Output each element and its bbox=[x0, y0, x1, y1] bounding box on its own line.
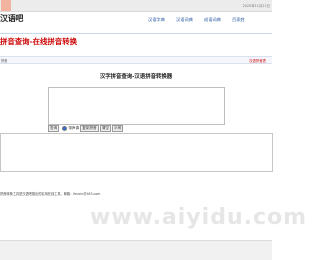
top-utility-bar: 2025年11月21日 bbox=[0, 0, 272, 12]
info-line-5: 拼音转换工具是汉语吧推出的实用在线工具，邮箱：feuvin@163.com bbox=[0, 192, 101, 196]
nav-item-baijiaxing[interactable]: 百家姓 bbox=[232, 17, 245, 23]
tool-title: 汉字拼音查询-汉语拼音转换器 bbox=[99, 74, 173, 80]
pinyin-table-link[interactable]: 汉语拼音表 bbox=[249, 58, 266, 63]
date-info: 2025年11月21日 bbox=[242, 4, 270, 8]
tone-radio[interactable] bbox=[62, 125, 68, 131]
watermark: www.aiyidu.com bbox=[90, 205, 308, 230]
breadcrumb[interactable]: 拼音 bbox=[1, 58, 7, 63]
site-logo[interactable]: 汉语吧 bbox=[0, 13, 23, 24]
nav-item-ci-dict[interactable]: 汉语词典 bbox=[176, 17, 193, 23]
pinyin-output-box[interactable] bbox=[0, 133, 273, 172]
copy-pinyin-button[interactable]: 复制拼音 bbox=[80, 125, 99, 132]
clear-button[interactable]: 清空 bbox=[99, 125, 111, 132]
tool-description: 拼音转换工具是汉语吧推出的实用在线工具，邮箱：feuvin@163.com bbox=[0, 192, 270, 198]
nav-item-chengyu-dict[interactable]: 成语词典 bbox=[204, 17, 221, 23]
convert-button[interactable]: 查询 bbox=[48, 125, 60, 132]
tone-radio-label: 带声调 bbox=[68, 126, 80, 130]
footer bbox=[0, 240, 272, 260]
page-title: 拼音查询-在线拼音转换 bbox=[0, 37, 77, 46]
breadcrumb-bar: 拼音 汉语拼音表 bbox=[0, 56, 272, 64]
page-divider bbox=[0, 33, 272, 34]
example-button[interactable]: 示例 bbox=[112, 125, 124, 132]
hanzi-input-textarea[interactable] bbox=[48, 87, 225, 125]
brand-block bbox=[1, 0, 11, 11]
tool-controls: 查询 带声调 复制拼音 清空 示例 bbox=[48, 125, 124, 132]
nav-item-hanzi-dict[interactable]: 汉语字典 bbox=[148, 17, 165, 23]
